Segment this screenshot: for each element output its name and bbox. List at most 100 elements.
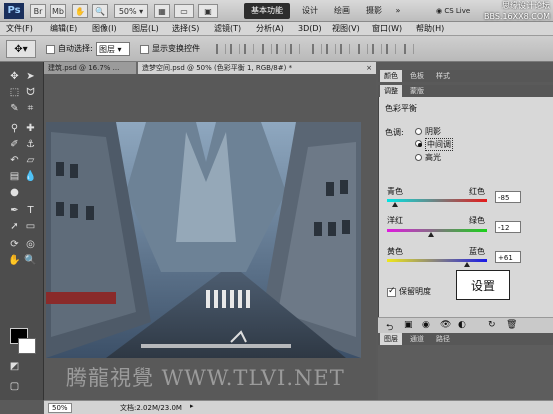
- type-tool-icon[interactable]: T: [24, 204, 37, 217]
- visibility-icon[interactable]: 👁: [440, 320, 451, 330]
- hand-tool-icon[interactable]: ✋: [8, 254, 21, 267]
- workspace-photo-button[interactable]: 摄影: [362, 3, 386, 19]
- bridge-icon[interactable]: Br: [30, 4, 46, 18]
- align-vcenter-icon[interactable]: [230, 44, 240, 54]
- status-menu-arrow-icon[interactable]: ▸: [190, 402, 194, 410]
- align-right-icon[interactable]: [290, 44, 300, 54]
- default-colors-icon[interactable]: ◩: [8, 360, 21, 373]
- path-select-tool-icon[interactable]: ➚: [8, 220, 21, 233]
- background-color-swatch[interactable]: [18, 338, 36, 354]
- auto-select-dropdown[interactable]: 图层 ▾: [96, 42, 130, 56]
- cyan-red-slider[interactable]: [387, 199, 487, 202]
- screen-mode-icon[interactable]: ▣: [198, 4, 218, 18]
- 3d-orbit-tool-icon[interactable]: ◎: [24, 238, 37, 251]
- tone-shadows-radio[interactable]: [415, 128, 422, 135]
- move-tool-preset-icon[interactable]: ✥▾: [6, 40, 36, 58]
- document-canvas[interactable]: [46, 122, 361, 358]
- crop-tool-icon[interactable]: ⌗: [24, 102, 37, 115]
- tab-adjustments[interactable]: 调整: [380, 85, 402, 97]
- align-top-icon[interactable]: [216, 44, 226, 54]
- cs-live-button[interactable]: ◉ CS Live: [436, 4, 480, 18]
- distribute-left-icon[interactable]: [358, 44, 368, 54]
- menu-help[interactable]: 帮助(H): [416, 22, 444, 36]
- brush-tool-icon[interactable]: ✐: [8, 138, 21, 151]
- tone-highlights-radio[interactable]: [415, 154, 422, 161]
- magenta-green-thumb[interactable]: [428, 232, 434, 237]
- menu-view[interactable]: 视图(V): [332, 22, 360, 36]
- auto-select-checkbox[interactable]: [46, 45, 55, 54]
- healing-brush-tool-icon[interactable]: ✚: [24, 122, 37, 135]
- gradient-tool-icon[interactable]: ▤: [8, 170, 21, 183]
- tone-midtones-radio[interactable]: [415, 140, 422, 147]
- tab-layers[interactable]: 图层: [380, 333, 402, 345]
- tab-paths[interactable]: 路径: [432, 333, 454, 345]
- mini-bridge-icon[interactable]: Mb: [50, 4, 66, 18]
- cyan-red-value[interactable]: -85: [495, 191, 521, 203]
- move-tool-icon[interactable]: ✥: [8, 70, 21, 83]
- tab-building[interactable]: 建筑.psd @ 16.7% ...: [44, 62, 136, 74]
- close-tab-icon[interactable]: ×: [366, 62, 372, 74]
- reset-icon[interactable]: ↻: [488, 320, 496, 330]
- distribute-bottom-icon[interactable]: [340, 44, 350, 54]
- distribute-right-icon[interactable]: [386, 44, 396, 54]
- distribute-vcenter-icon[interactable]: [326, 44, 336, 54]
- grid-icon[interactable]: ▦: [154, 4, 170, 18]
- arrange-documents-icon[interactable]: ▭: [174, 4, 194, 18]
- quick-mask-icon[interactable]: ▢: [8, 380, 21, 393]
- lasso-tool-icon[interactable]: ᗢ: [24, 86, 37, 99]
- eraser-tool-icon[interactable]: ▱: [24, 154, 37, 167]
- zoom-tool-icon[interactable]: 🔍: [24, 254, 37, 267]
- distribute-top-icon[interactable]: [312, 44, 322, 54]
- delete-icon[interactable]: 🗑: [506, 320, 517, 330]
- align-hcenter-icon[interactable]: [276, 44, 286, 54]
- clone-stamp-tool-icon[interactable]: ⚓: [24, 138, 37, 151]
- menu-filter[interactable]: 滤镜(T): [214, 22, 241, 36]
- magenta-green-value[interactable]: -12: [495, 221, 521, 233]
- show-transform-checkbox[interactable]: [140, 45, 149, 54]
- menu-edit[interactable]: 编辑(E): [50, 22, 77, 36]
- yellow-blue-thumb[interactable]: [464, 262, 470, 267]
- quick-select-tool-icon[interactable]: ✎: [8, 102, 21, 115]
- eyedropper-tool-icon[interactable]: ⚲: [8, 122, 21, 135]
- menu-layer[interactable]: 图层(L): [132, 22, 159, 36]
- tab-styles[interactable]: 样式: [432, 70, 454, 82]
- menu-file[interactable]: 文件(F): [6, 22, 33, 36]
- marquee-tool-icon[interactable]: ⬚: [8, 86, 21, 99]
- workspace-paint-button[interactable]: 绘画: [330, 3, 354, 19]
- more-workspaces-button[interactable]: »: [392, 3, 404, 19]
- distribute-hcenter-icon[interactable]: [372, 44, 382, 54]
- auto-align-icon[interactable]: [404, 44, 414, 54]
- workspace-design-button[interactable]: 设计: [298, 3, 322, 19]
- dodge-tool-icon[interactable]: ●: [8, 186, 21, 199]
- align-bottom-icon[interactable]: [244, 44, 254, 54]
- menu-analysis[interactable]: 分析(A): [256, 22, 284, 36]
- blur-tool-icon[interactable]: 💧: [24, 170, 37, 183]
- cyan-red-thumb[interactable]: [392, 202, 398, 207]
- tab-swatches[interactable]: 色板: [406, 70, 428, 82]
- menu-3d[interactable]: 3D(D): [298, 22, 322, 36]
- tab-channels[interactable]: 通道: [406, 333, 428, 345]
- view-previous-icon[interactable]: ◐: [458, 320, 466, 330]
- workspace-basic-button[interactable]: 基本功能: [244, 3, 290, 19]
- zoom-view-icon[interactable]: 🔍: [92, 4, 108, 18]
- yellow-blue-value[interactable]: +61: [495, 251, 521, 263]
- 3d-rotate-tool-icon[interactable]: ⟳: [8, 238, 21, 251]
- status-zoom[interactable]: 50%: [48, 403, 72, 413]
- shape-tool-icon[interactable]: ▭: [24, 220, 37, 233]
- pen-tool-icon[interactable]: ✒: [8, 204, 21, 217]
- menu-image[interactable]: 图像(I): [92, 22, 117, 36]
- menu-window[interactable]: 窗口(W): [372, 22, 402, 36]
- clip-to-layer-icon[interactable]: ◉: [422, 320, 430, 330]
- history-brush-tool-icon[interactable]: ↶: [8, 154, 21, 167]
- magenta-green-slider[interactable]: [387, 229, 487, 232]
- align-left-icon[interactable]: [262, 44, 272, 54]
- yellow-blue-slider[interactable]: [387, 259, 487, 262]
- tab-color[interactable]: 颜色: [380, 70, 402, 82]
- tab-dream-space[interactable]: 造梦空间.psd @ 50% (色彩平衡 1, RGB/8#) * ×: [138, 62, 376, 74]
- preserve-luminosity-checkbox[interactable]: ✓: [387, 286, 396, 297]
- zoom-level-select[interactable]: 50% ▾: [114, 4, 148, 18]
- tab-masks[interactable]: 蒙版: [406, 85, 428, 97]
- hand-view-icon[interactable]: ✋: [72, 4, 88, 18]
- move-arrow-icon[interactable]: ➤: [24, 70, 37, 83]
- expand-view-icon[interactable]: ▣: [404, 320, 413, 330]
